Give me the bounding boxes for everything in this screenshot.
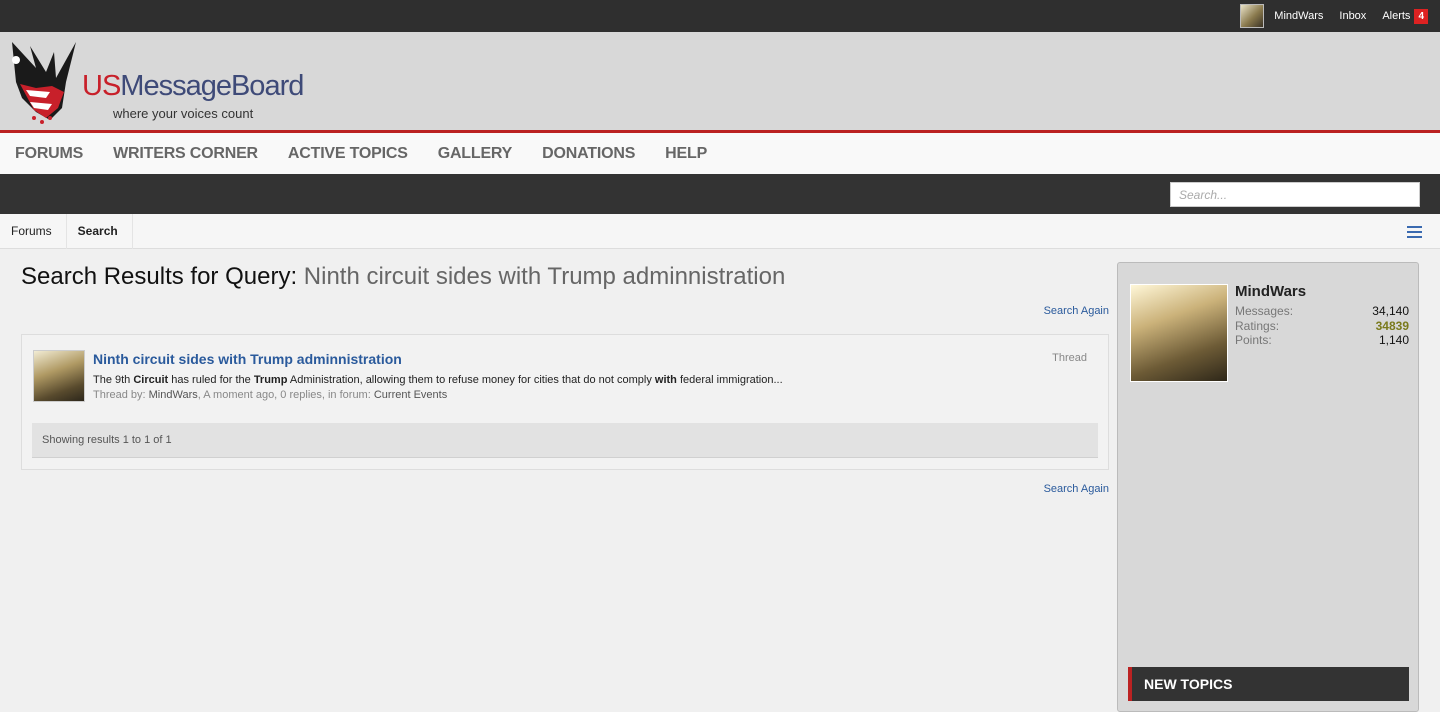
result-forum-link[interactable]: Current Events (374, 389, 447, 401)
results-count: Showing results 1 to 1 of 1 (32, 423, 1098, 458)
result-avatar[interactable] (33, 350, 85, 402)
search-again-link-bottom[interactable]: Search Again (1044, 483, 1109, 495)
username-link[interactable]: MindWars (1274, 10, 1323, 22)
alerts-link[interactable]: Alerts 4 (1382, 0, 1428, 32)
main-nav: FORUMS WRITERS CORNER ACTIVE TOPICS GALL… (0, 133, 1440, 174)
breadcrumb-forums[interactable]: Forums (0, 213, 67, 249)
result-author-link[interactable]: MindWars (149, 389, 198, 401)
top-bar: MindWars Inbox Alerts 4 (0, 0, 1440, 32)
result-type-label: Thread (1052, 352, 1087, 364)
inbox-link[interactable]: Inbox (1339, 0, 1366, 32)
search-again-link-top[interactable]: Search Again (1044, 305, 1109, 317)
stat-points: Points: 1,140 (1235, 333, 1409, 347)
stat-messages: Messages: 34,140 (1235, 304, 1409, 318)
eagle-logo-icon (12, 42, 76, 124)
breadcrumb: Forums Search (0, 213, 1440, 249)
result-title-link[interactable]: Ninth circuit sides with Trump adminnist… (93, 351, 402, 367)
search-query: Ninth circuit sides with Trump adminnist… (303, 263, 786, 290)
logo-tagline: where your voices count (113, 106, 254, 121)
nav-tab-active-topics[interactable]: ACTIVE TOPICS (288, 145, 408, 163)
nav-tab-writers-corner[interactable]: WRITERS CORNER (113, 145, 258, 163)
sidebar-avatar[interactable] (1130, 284, 1228, 382)
new-topics-heading: NEW TOPICS (1128, 667, 1409, 701)
nav-tab-help[interactable]: HELP (665, 145, 707, 163)
stat-ratings: Ratings: 34839 (1235, 319, 1409, 333)
sub-nav: Search... (0, 174, 1440, 214)
logo-wordmark: USMessageBoard (82, 70, 304, 102)
main-content: Search Results for Query: Ninth circuit … (21, 260, 1109, 495)
nav-tab-forums[interactable]: FORUMS (15, 145, 83, 163)
alerts-label[interactable]: Alerts (1382, 10, 1410, 22)
result-snippet: The 9th Circuit has ruled for the Trump … (93, 374, 783, 386)
user-menu[interactable]: MindWars (1240, 0, 1323, 32)
nav-tab-donations[interactable]: DONATIONS (542, 145, 635, 163)
site-logo[interactable]: USMessageBoard where your voices count (6, 38, 306, 128)
search-results: Ninth circuit sides with Trump adminnist… (21, 334, 1109, 470)
site-header: USMessageBoard where your voices count (0, 32, 1440, 133)
list-item: Ninth circuit sides with Trump adminnist… (33, 350, 1099, 406)
sidebar-username[interactable]: MindWars (1235, 283, 1306, 300)
alerts-count-badge: 4 (1414, 8, 1428, 24)
result-meta: Thread by: MindWars, A moment ago, 0 rep… (93, 389, 448, 401)
search-input[interactable]: Search... (1170, 182, 1420, 207)
nav-tab-gallery[interactable]: GALLERY (438, 145, 513, 163)
breadcrumb-search[interactable]: Search (67, 213, 133, 249)
hamburger-menu-icon[interactable] (1407, 226, 1422, 238)
user-avatar[interactable] (1240, 4, 1265, 28)
user-sidebar: MindWars Messages: 34,140 Ratings: 34839 P… (1117, 262, 1419, 712)
page-title: Search Results for Query: Ninth circuit … (21, 263, 786, 290)
